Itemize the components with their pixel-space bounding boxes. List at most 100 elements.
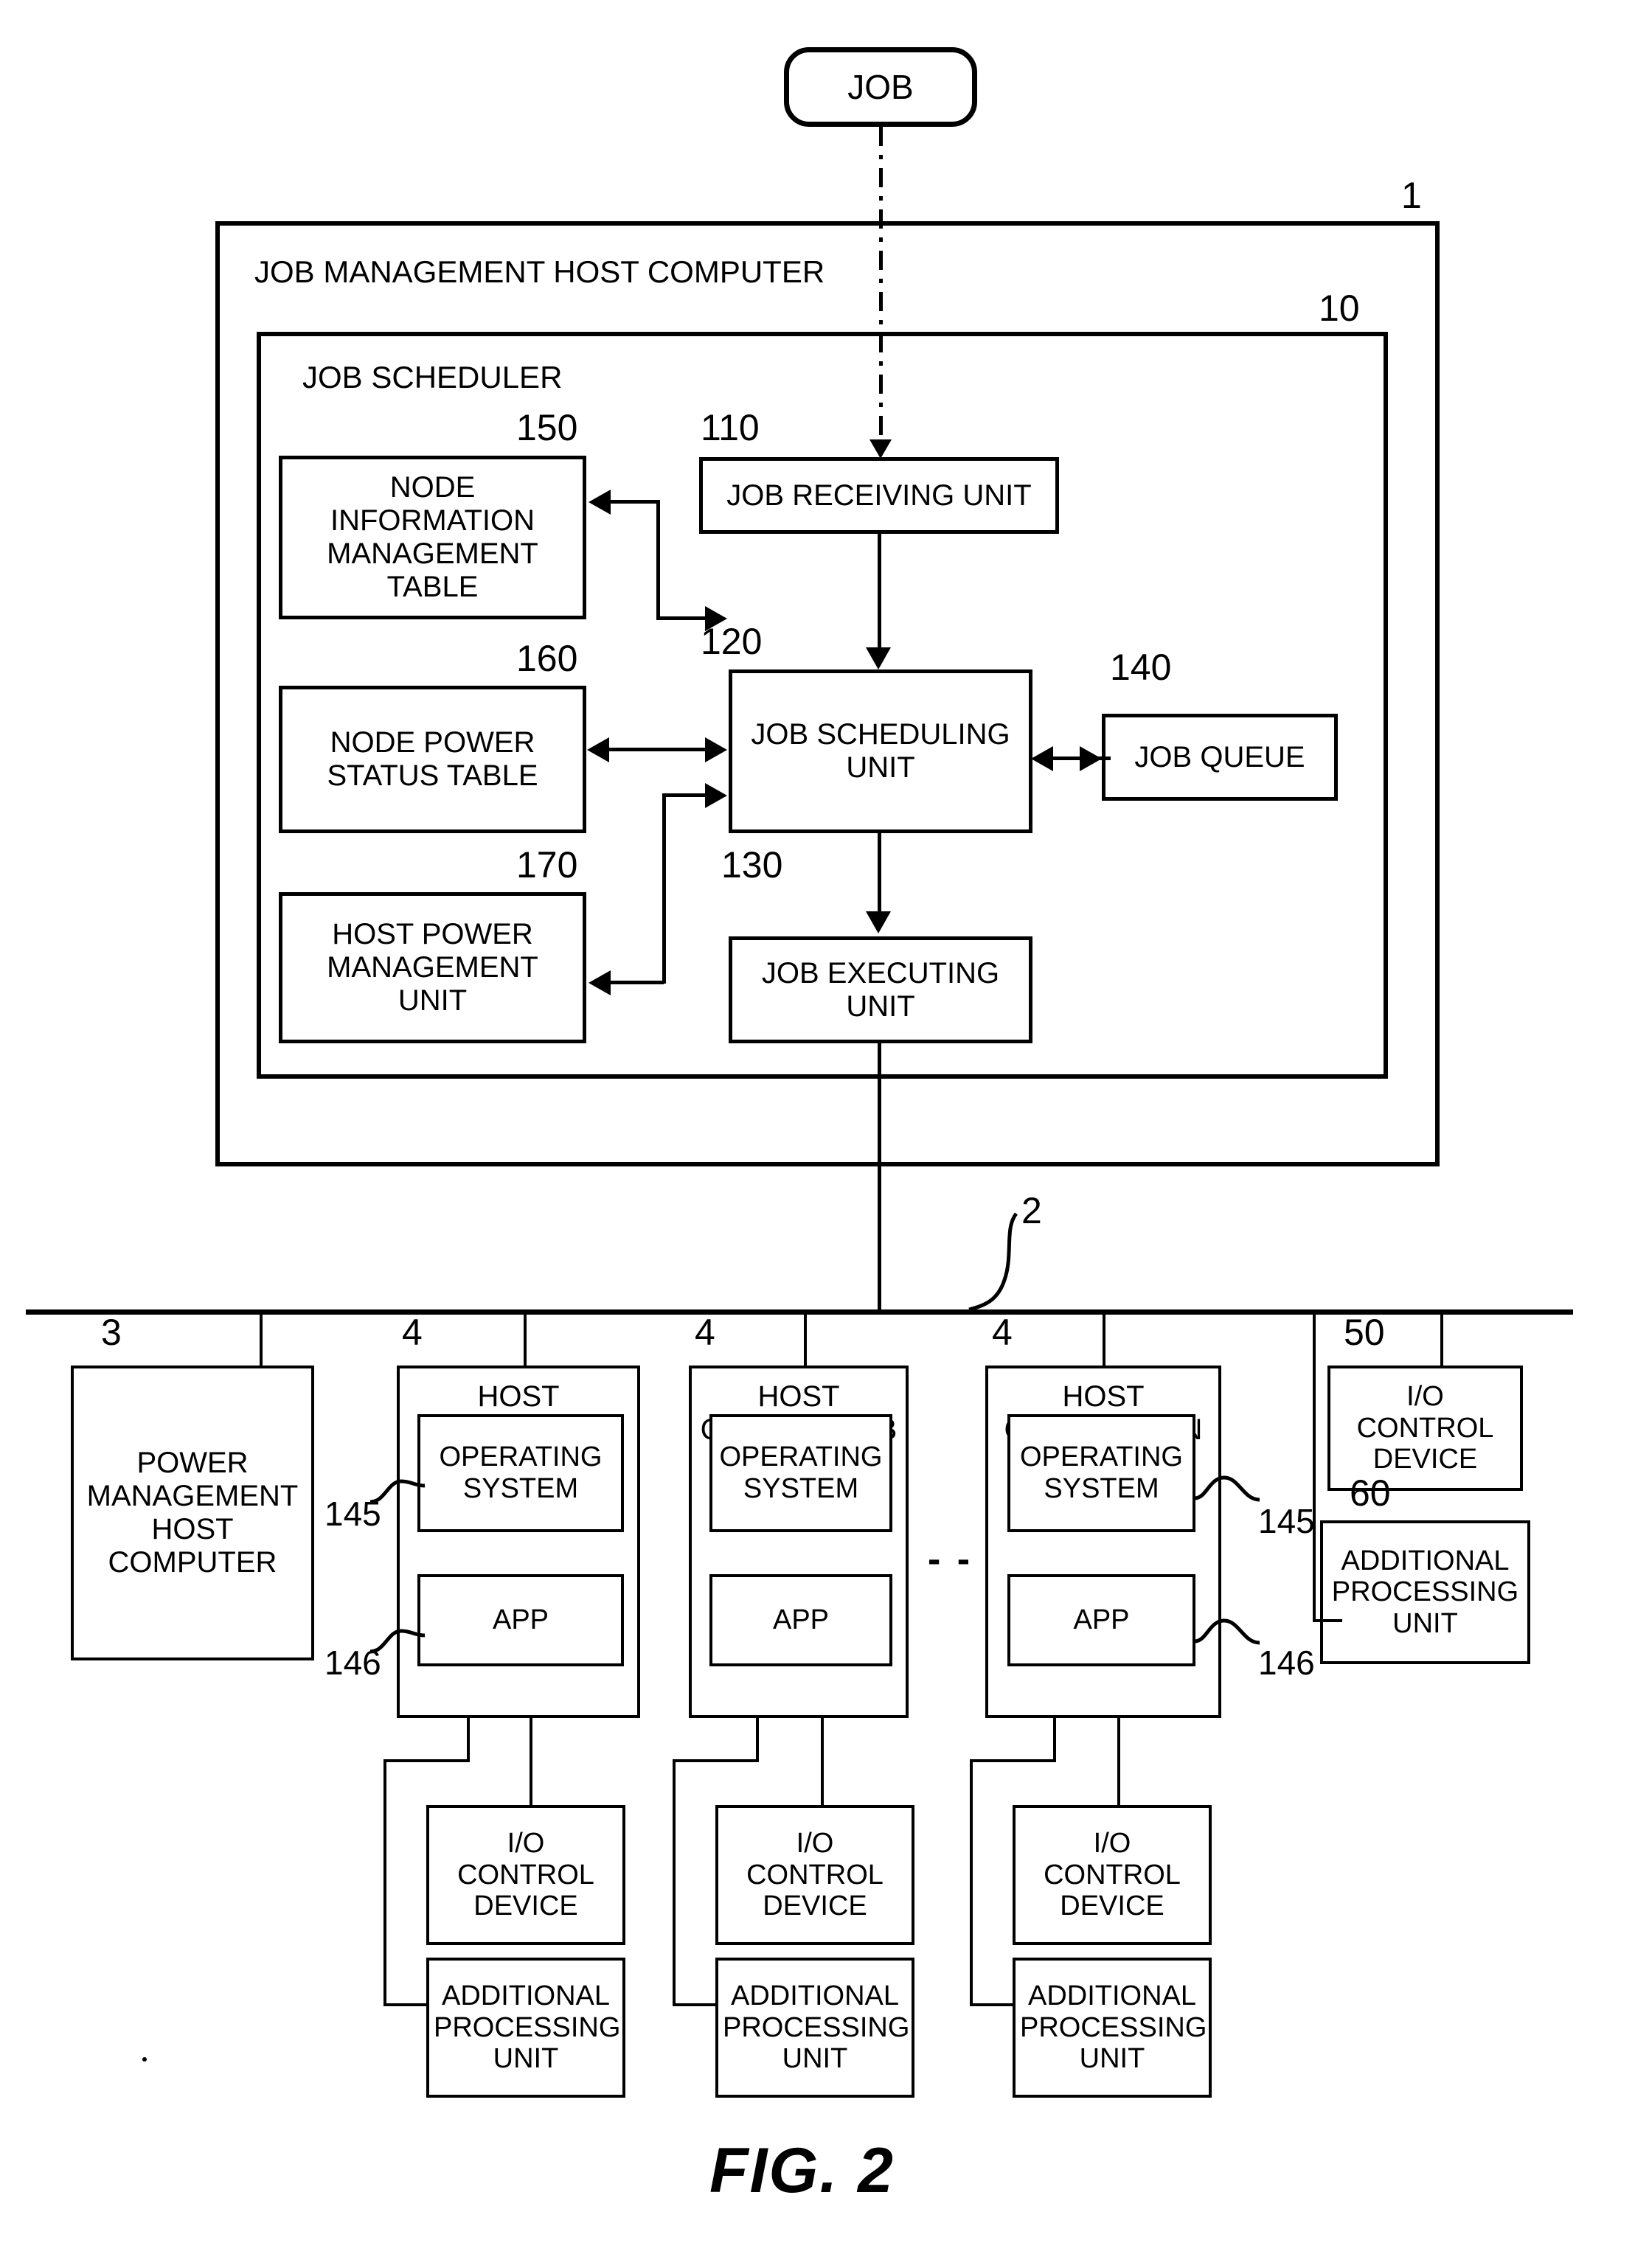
host-b-additional-processing-unit-box: ADDITIONAL PROCESSING UNIT [715,1958,914,2098]
receiving-to-scheduling-arrow [866,647,891,669]
executing-to-bus-line [878,1042,881,1312]
host-b-apu-elbow-top [673,1759,759,1762]
ref-4-host-n: 4 [992,1312,1013,1353]
job-executing-unit-label: JOB EXECUTING UNIT [761,956,1000,1023]
shared-apu-vertical [1313,1312,1316,1621]
shared-io-drop-line [1440,1312,1443,1368]
shared-additional-processing-unit-box: ADDITIONAL PROCESSING UNIT [1320,1520,1530,1664]
scheduling-to-hostpower-arrow [589,970,611,995]
scheduling-to-nodeinfo-horizontal [611,500,659,504]
shared-apu-elbow [1313,1619,1342,1622]
hostpower-branch-to-scheduling-horizontal [662,793,707,797]
host-b-apu-drop-1 [756,1716,759,1761]
host-b-io-drop [821,1716,824,1806]
host-n-apu-elbow-bottom [970,2003,1014,2006]
host-b-drop-line [804,1312,807,1368]
host-n-os-leader-curve [1194,1475,1260,1502]
host-n-apu-drop-1 [1053,1716,1056,1761]
host-a-os-leader-curve [369,1479,426,1504]
ref-146-host-n: 146 [1258,1643,1315,1682]
network-bus [26,1309,1573,1315]
ref-145-host-n: 145 [1258,1502,1315,1540]
nodepower-scheduling-arrow-right [705,737,727,762]
host-n-additional-processing-unit-label: ADDITIONAL PROCESSING UNIT [1020,1980,1207,2075]
job-scheduling-unit-label: JOB SCHEDULING UNIT [751,718,1010,784]
host-n-app-box: APP [1007,1574,1195,1666]
host-n-io-control-device-box: I/O CONTROL DEVICE [1013,1805,1212,1945]
host-a-io-control-device-box: I/O CONTROL DEVICE [426,1805,625,1945]
host-a-io-control-device-label: I/O CONTROL DEVICE [457,1828,594,1922]
job-scheduler-title: JOB SCHEDULER [302,360,563,394]
host-n-drop-line [1103,1312,1105,1368]
host-n-app-leader-curve [1194,1618,1260,1645]
host-n-io-control-device-label: I/O CONTROL DEVICE [1044,1828,1181,1922]
scheduling-to-nodeinfo-arrow [589,490,611,515]
ref-4-host-a: 4 [402,1312,423,1353]
scheduling-to-executing-arrow [866,911,891,933]
power-management-host-computer-label: POWER MANAGEMENT HOST COMPUTER [86,1447,299,1579]
host-b-operating-system-label: OPERATING SYSTEM [719,1441,883,1504]
power-management-host-computer-box: POWER MANAGEMENT HOST COMPUTER [71,1366,314,1660]
host-b-operating-system-box: OPERATING SYSTEM [709,1414,892,1532]
figure-caption: FIG. 2 [709,2135,895,2206]
host-a-app-label: APP [492,1604,549,1636]
node-information-management-table-box: NODE INFORMATION MANAGEMENT TABLE [279,456,586,619]
continuation-dashes: - - [928,1538,973,1581]
hostpower-branch-to-scheduling-arrow [705,783,727,808]
host-power-management-unit-label: HOST POWER MANAGEMENT UNIT [327,918,538,1017]
host-a-additional-processing-unit-label: ADDITIONAL PROCESSING UNIT [434,1980,621,2075]
ref-140: 140 [1110,647,1172,688]
job-input-label: JOB [847,68,914,106]
host-b-additional-processing-unit-label: ADDITIONAL PROCESSING UNIT [723,1980,910,2075]
host-b-io-control-device-label: I/O CONTROL DEVICE [746,1828,884,1922]
ref-170: 170 [516,844,578,886]
ref-130: 130 [721,844,783,886]
scheduling-to-hostpower-horizontal [611,981,664,984]
job-scheduling-unit-box: JOB SCHEDULING UNIT [729,669,1032,833]
ref-4-host-b: 4 [695,1312,715,1353]
ref-110: 110 [701,407,760,448]
host-a-io-drop [530,1716,532,1806]
host-n-operating-system-label: OPERATING SYSTEM [1020,1441,1183,1504]
scheduling-to-executing-line [878,832,881,913]
shared-io-control-device-label: I/O CONTROL DEVICE [1356,1381,1494,1475]
host-n-operating-system-box: OPERATING SYSTEM [1007,1414,1195,1532]
host-b-app-box: APP [709,1574,892,1666]
node-information-management-table-label: NODE INFORMATION MANAGEMENT TABLE [327,471,538,603]
scheduling-to-hostpower-vertical [662,793,666,984]
network-leader-curve [968,1212,1018,1312]
host-a-apu-vertical [383,1759,386,2005]
host-b-apu-elbow-bottom [673,2003,717,2006]
ref-3: 3 [101,1312,122,1353]
host-b-io-control-device-box: I/O CONTROL DEVICE [715,1805,914,1945]
host-n-additional-processing-unit-box: ADDITIONAL PROCESSING UNIT [1013,1958,1212,2098]
host-a-drop-line [524,1312,527,1368]
receiving-to-scheduling-line [878,534,881,648]
job-management-host-computer-title: JOB MANAGEMENT HOST COMPUTER [254,254,825,289]
host-a-app-leader-curve [369,1629,426,1654]
ref-50: 50 [1344,1312,1385,1353]
job-queue-label: JOB QUEUE [1134,740,1305,773]
nodeinfo-branch-to-scheduling-horizontal [656,616,707,620]
scheduling-jobqueue-arrow-right [1080,746,1102,771]
host-n-apu-elbow-top [970,1759,1056,1762]
host-a-operating-system-label: OPERATING SYSTEM [439,1441,603,1504]
host-a-additional-processing-unit-box: ADDITIONAL PROCESSING UNIT [426,1958,625,2098]
host-a-apu-elbow-top [383,1759,470,1762]
job-queue-box: JOB QUEUE [1102,714,1338,801]
host-a-app-box: APP [417,1574,624,1666]
patent-figure-page: JOB JOB MANAGEMENT HOST COMPUTER 1 JOB S… [0,0,1635,2268]
nodepower-scheduling-line [609,748,708,751]
host-b-apu-vertical [673,1759,676,2005]
ref-160: 160 [516,638,578,679]
page-artifact-dot [142,2057,147,2062]
shared-additional-processing-unit-label: ADDITIONAL PROCESSING UNIT [1331,1545,1519,1639]
ref-1: 1 [1401,175,1422,216]
scheduling-to-nodeinfo-vertical [656,500,660,619]
host-n-apu-vertical [970,1759,973,2005]
ref-10: 10 [1319,288,1360,329]
nodeinfo-branch-to-scheduling-arrow [705,606,727,631]
job-input-node: JOB [784,47,977,127]
ref-60: 60 [1350,1472,1391,1514]
power-mgmt-host-drop-line [260,1312,263,1368]
